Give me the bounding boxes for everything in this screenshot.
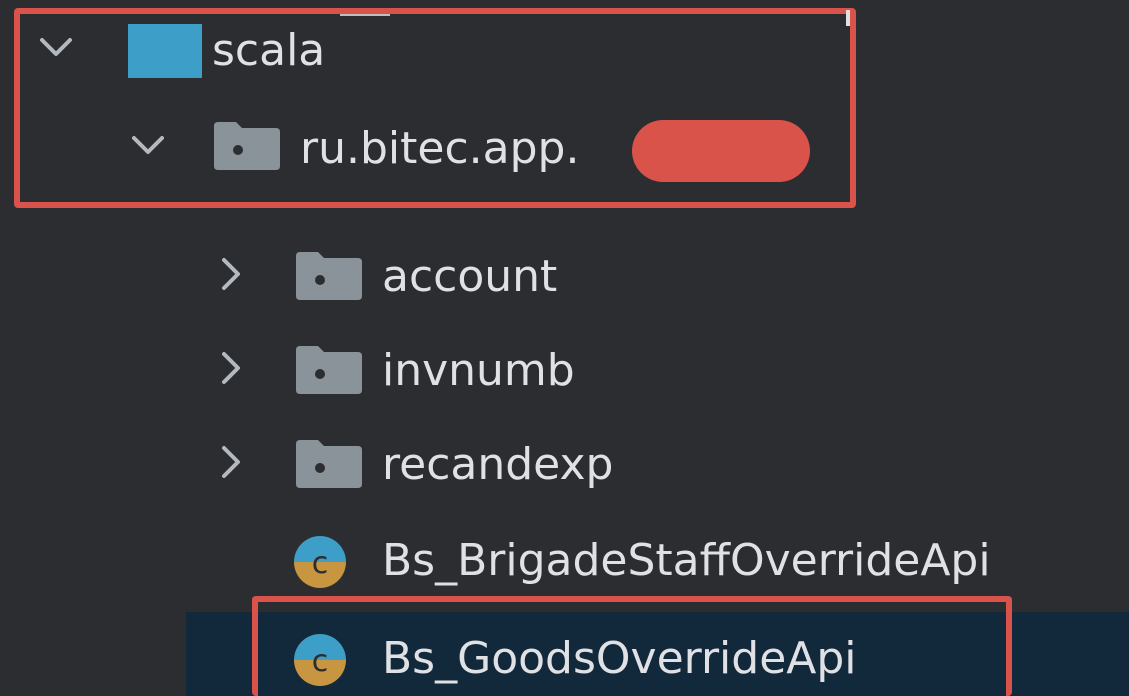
tree-row-account[interactable]: account: [0, 232, 1129, 320]
tree-row-invnumb[interactable]: invnumb: [0, 326, 1129, 414]
tree-item-label: invnumb: [382, 345, 575, 396]
chevron-right-icon[interactable]: [212, 348, 252, 388]
tree-row-recandexp[interactable]: recandexp: [0, 420, 1129, 508]
annotation-box-scala-package: [14, 8, 856, 208]
package-icon: [296, 252, 362, 300]
annotation-box-goods-override-api: [252, 596, 1012, 696]
svg-text:c: c: [312, 546, 329, 581]
chevron-right-icon[interactable]: [212, 254, 252, 294]
scala-class-icon: c: [292, 534, 348, 590]
package-icon: [296, 440, 362, 488]
tree-item-label: Bs_BrigadeStaffOverrideApi: [382, 535, 991, 586]
tree-item-label: recandexp: [382, 439, 614, 490]
window-edge-mark: [340, 14, 390, 16]
tree-item-label: account: [382, 251, 558, 302]
chevron-right-icon[interactable]: [212, 442, 252, 482]
tree-row-brigade-staff-override-api[interactable]: c Bs_BrigadeStaffOverrideApi: [0, 516, 1129, 604]
package-icon: [296, 346, 362, 394]
window-edge-mark: [846, 10, 850, 26]
